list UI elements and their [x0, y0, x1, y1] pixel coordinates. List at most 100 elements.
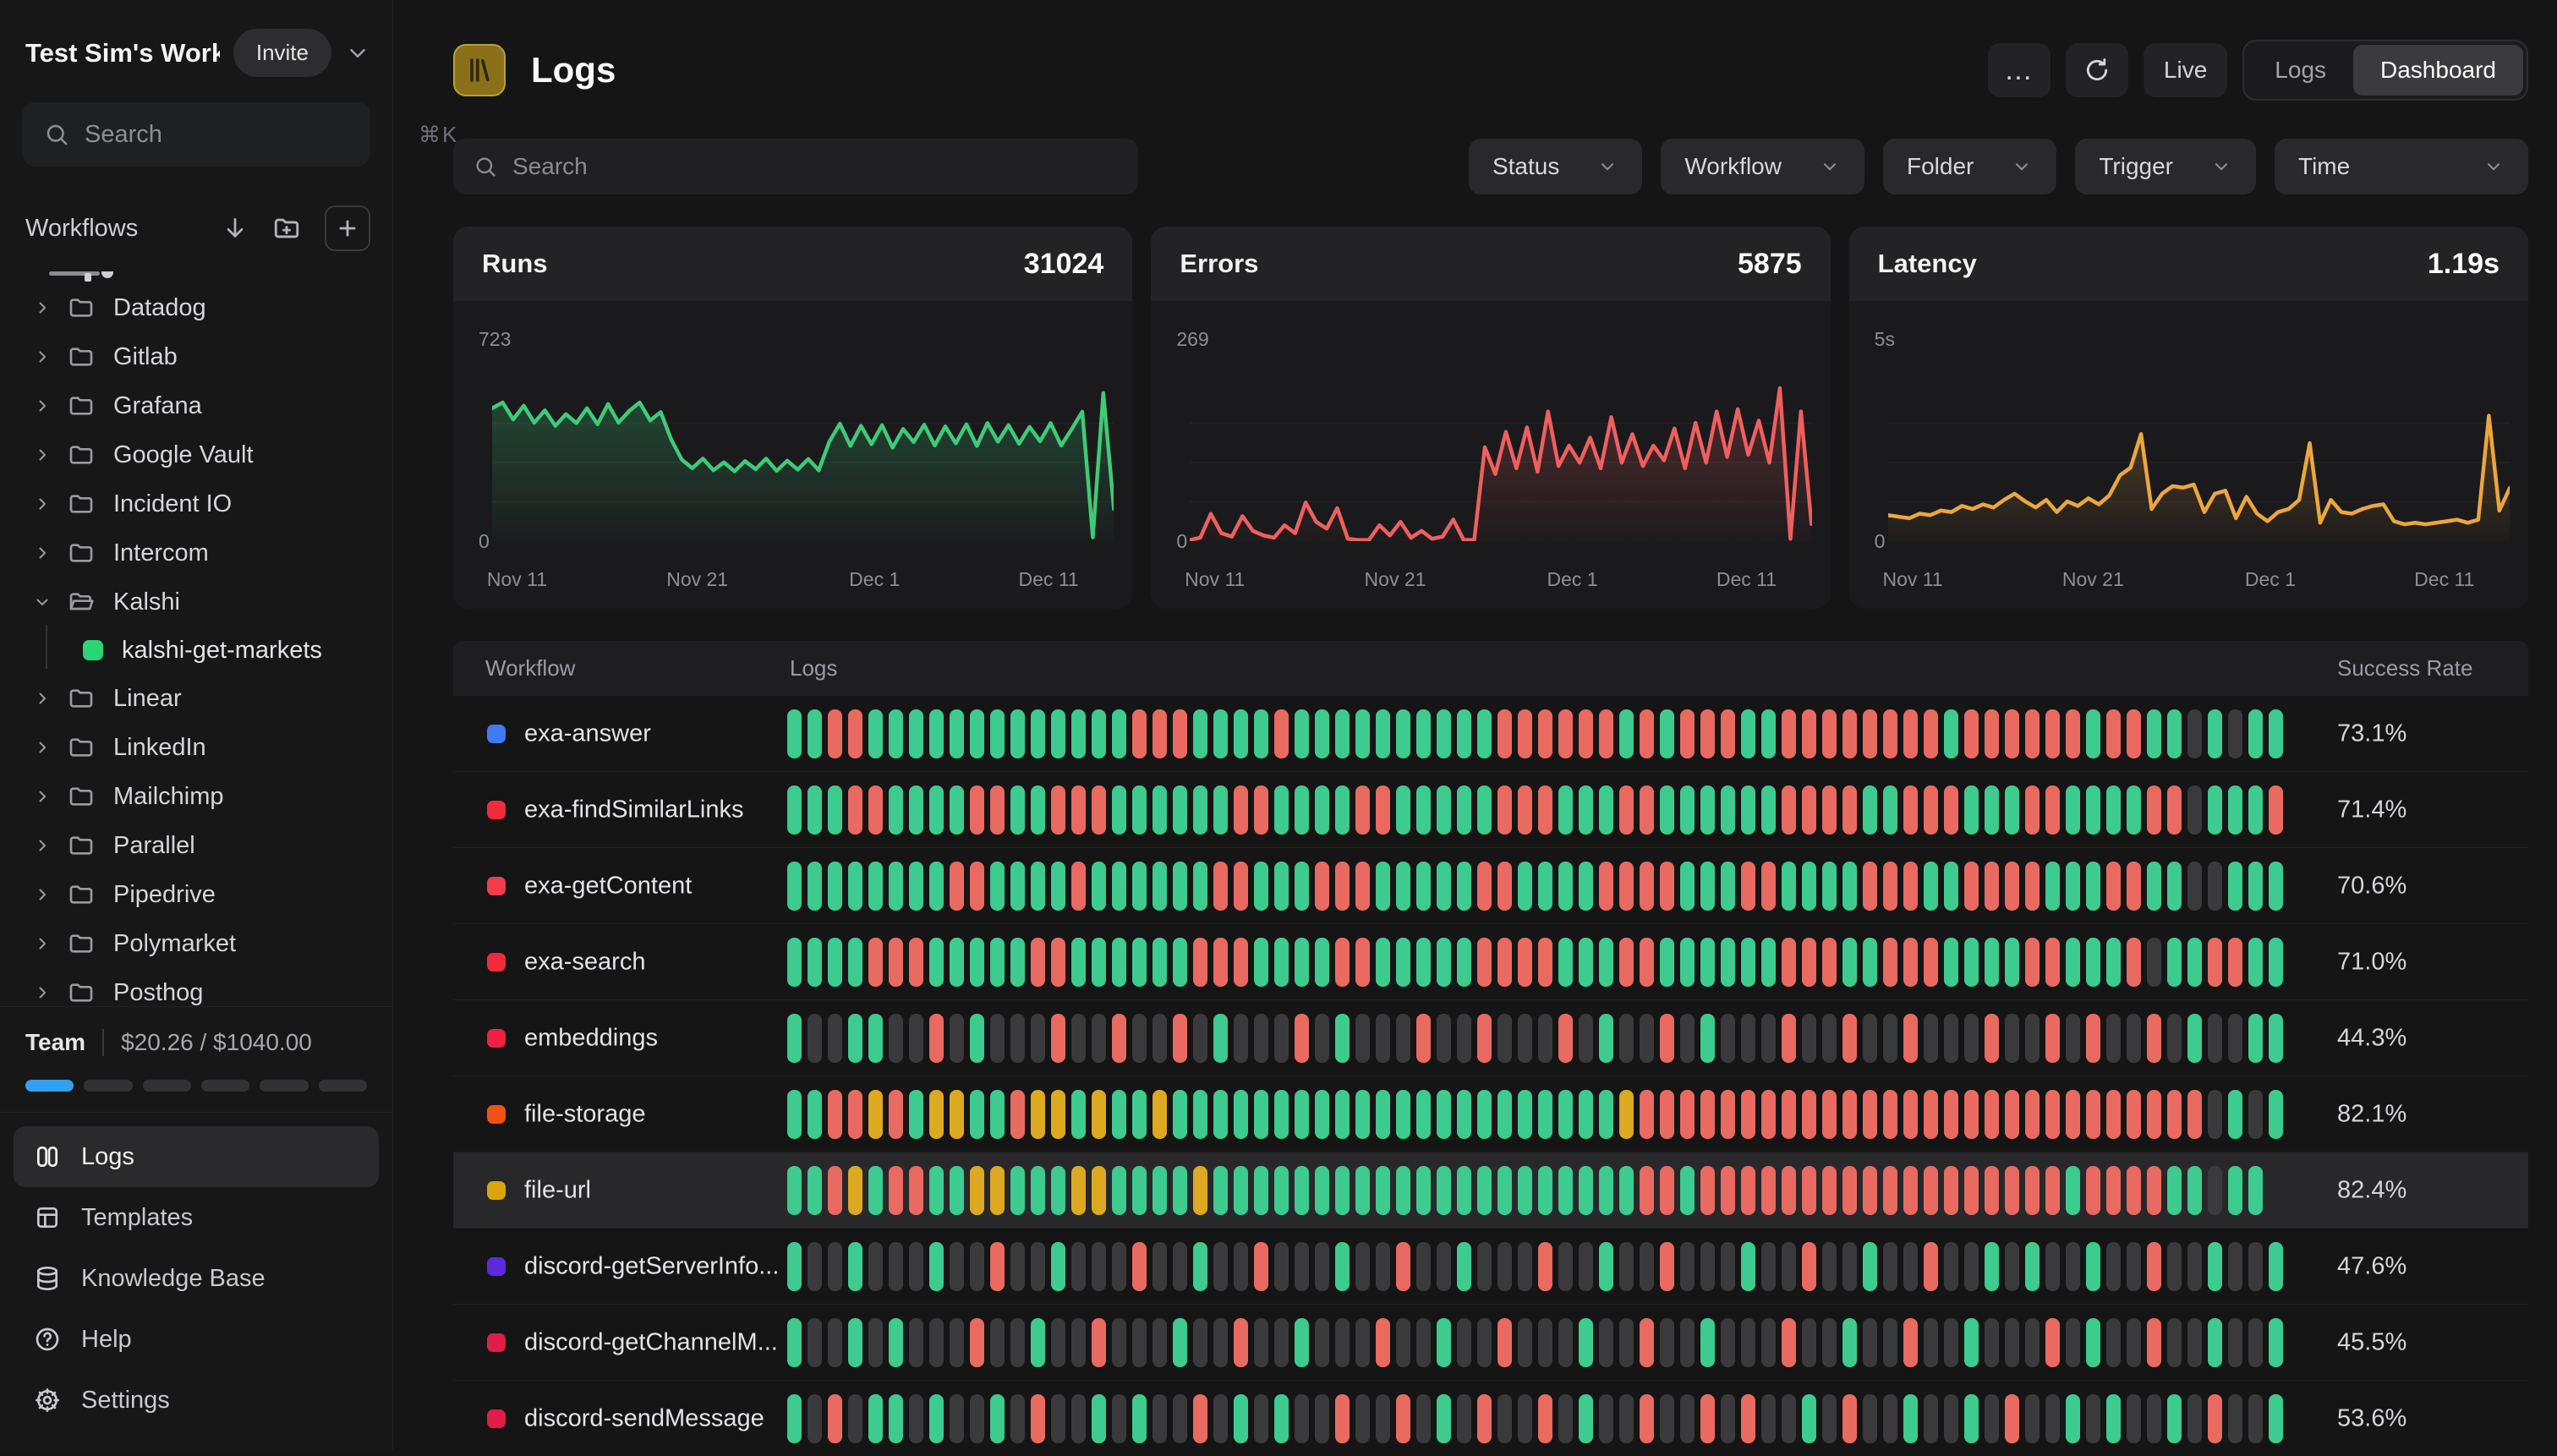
log-status-bar[interactable] — [1579, 1014, 1593, 1063]
log-status-bar[interactable] — [1213, 1242, 1228, 1291]
log-status-bar[interactable] — [1051, 785, 1065, 835]
log-status-bar[interactable] — [1457, 1090, 1471, 1139]
log-status-bar[interactable] — [1274, 938, 1289, 987]
log-status-bar[interactable] — [2187, 1242, 2202, 1291]
log-status-bar[interactable] — [1944, 1090, 1958, 1139]
log-status-bar[interactable] — [970, 1394, 984, 1443]
log-status-bar[interactable] — [1193, 938, 1207, 987]
log-status-bar[interactable] — [1498, 709, 1512, 758]
log-status-bar[interactable] — [950, 938, 964, 987]
log-status-bar[interactable] — [1985, 1014, 1999, 1063]
log-status-bar[interactable] — [1498, 1242, 1512, 1291]
log-status-bar[interactable] — [1518, 709, 1532, 758]
log-status-bar[interactable] — [1457, 1014, 1471, 1063]
log-status-bar[interactable] — [1376, 709, 1390, 758]
log-status-bar[interactable] — [1660, 862, 1674, 911]
log-status-bar[interactable] — [1396, 938, 1410, 987]
log-status-bar[interactable] — [1842, 862, 1857, 911]
log-status-bar[interactable] — [1579, 862, 1593, 911]
log-status-bar[interactable] — [1842, 709, 1857, 758]
log-status-bar[interactable] — [1132, 1014, 1147, 1063]
sidebar-item-help[interactable]: Help — [14, 1309, 379, 1370]
log-status-bar[interactable] — [1193, 1318, 1207, 1367]
log-status-bar[interactable] — [990, 1166, 1005, 1215]
log-status-bar[interactable] — [868, 1014, 883, 1063]
log-status-bar[interactable] — [1579, 785, 1593, 835]
log-status-bar[interactable] — [1944, 1166, 1958, 1215]
log-status-bar[interactable] — [1213, 1318, 1228, 1367]
log-status-bar[interactable] — [909, 1394, 923, 1443]
log-status-bar[interactable] — [909, 1318, 923, 1367]
log-status-bar[interactable] — [1721, 862, 1735, 911]
log-status-bar[interactable] — [2005, 1318, 2019, 1367]
log-status-bar[interactable] — [1883, 1242, 1897, 1291]
log-status-bar[interactable] — [2045, 1090, 2060, 1139]
log-status-bar[interactable] — [1416, 1242, 1431, 1291]
log-status-bar[interactable] — [1619, 1014, 1634, 1063]
log-status-bar[interactable] — [1903, 938, 1918, 987]
log-status-bar[interactable] — [1112, 862, 1126, 911]
log-status-bar[interactable] — [970, 709, 984, 758]
log-status-bar[interactable] — [1315, 1166, 1329, 1215]
log-status-bar[interactable] — [1213, 1090, 1228, 1139]
log-status-bar[interactable] — [2228, 1394, 2242, 1443]
log-status-bar[interactable] — [1944, 1014, 1958, 1063]
log-status-bar[interactable] — [1092, 1090, 1106, 1139]
log-status-bar[interactable] — [2208, 1242, 2222, 1291]
log-status-bar[interactable] — [1538, 1242, 1552, 1291]
log-status-bar[interactable] — [950, 1166, 964, 1215]
workspace-switcher[interactable]: Test Sim's Works... Invite — [0, 0, 392, 77]
log-status-bar[interactable] — [1579, 1166, 1593, 1215]
log-status-bar[interactable] — [990, 1090, 1005, 1139]
log-status-bar[interactable] — [1903, 1166, 1918, 1215]
log-status-bar[interactable] — [1741, 1014, 1755, 1063]
log-status-bar[interactable] — [1396, 862, 1410, 911]
log-status-bar[interactable] — [1619, 862, 1634, 911]
toggle-logs[interactable]: Logs — [2248, 45, 2353, 96]
log-status-bar[interactable] — [1680, 1166, 1695, 1215]
log-status-bar[interactable] — [1558, 1166, 1573, 1215]
log-status-bar[interactable] — [1985, 1318, 1999, 1367]
table-row-exa-answer[interactable]: exa-answer73.1% — [453, 695, 2528, 771]
log-status-bar[interactable] — [1315, 1090, 1329, 1139]
log-status-bar[interactable] — [2269, 1014, 2283, 1063]
log-status-bar[interactable] — [1376, 1090, 1390, 1139]
log-status-bar[interactable] — [889, 1242, 903, 1291]
log-status-bar[interactable] — [1558, 1242, 1573, 1291]
log-status-bar[interactable] — [970, 1014, 984, 1063]
log-status-bar[interactable] — [1498, 1394, 1512, 1443]
log-status-bar[interactable] — [2147, 862, 2161, 911]
log-status-bar[interactable] — [990, 1014, 1005, 1063]
log-status-bar[interactable] — [990, 1318, 1005, 1367]
log-status-bar[interactable] — [2106, 1014, 2121, 1063]
log-status-bar[interactable] — [2045, 1014, 2060, 1063]
log-status-bar[interactable] — [909, 1242, 923, 1291]
log-status-bar[interactable] — [1599, 1394, 1613, 1443]
log-status-bar[interactable] — [1842, 785, 1857, 835]
log-status-bar[interactable] — [1782, 938, 1796, 987]
log-status-bar[interactable] — [1457, 1242, 1471, 1291]
log-status-bar[interactable] — [1132, 938, 1147, 987]
log-status-bar[interactable] — [2005, 1166, 2019, 1215]
log-status-bar[interactable] — [1173, 1394, 1187, 1443]
chevron-right-icon[interactable] — [32, 786, 54, 807]
log-status-bar[interactable] — [1863, 1014, 1877, 1063]
log-status-bar[interactable] — [1558, 785, 1573, 835]
log-status-bar[interactable] — [1254, 938, 1268, 987]
log-status-bar[interactable] — [950, 1014, 964, 1063]
log-status-bar[interactable] — [1295, 1014, 1309, 1063]
log-status-bar[interactable] — [1964, 1242, 1979, 1291]
log-status-bar[interactable] — [1700, 785, 1715, 835]
log-status-bar[interactable] — [1985, 1090, 1999, 1139]
log-status-bar[interactable] — [2086, 1090, 2100, 1139]
log-status-bar[interactable] — [2127, 1318, 2141, 1367]
log-status-bar[interactable] — [1234, 1166, 1248, 1215]
log-status-bar[interactable] — [1153, 709, 1167, 758]
log-status-bar[interactable] — [1619, 1394, 1634, 1443]
log-status-bar[interactable] — [1355, 862, 1370, 911]
log-status-bar[interactable] — [1010, 862, 1025, 911]
log-status-bar[interactable] — [1295, 1090, 1309, 1139]
log-status-bar[interactable] — [1741, 1242, 1755, 1291]
log-status-bar[interactable] — [1842, 1242, 1857, 1291]
log-status-bar[interactable] — [1092, 709, 1106, 758]
